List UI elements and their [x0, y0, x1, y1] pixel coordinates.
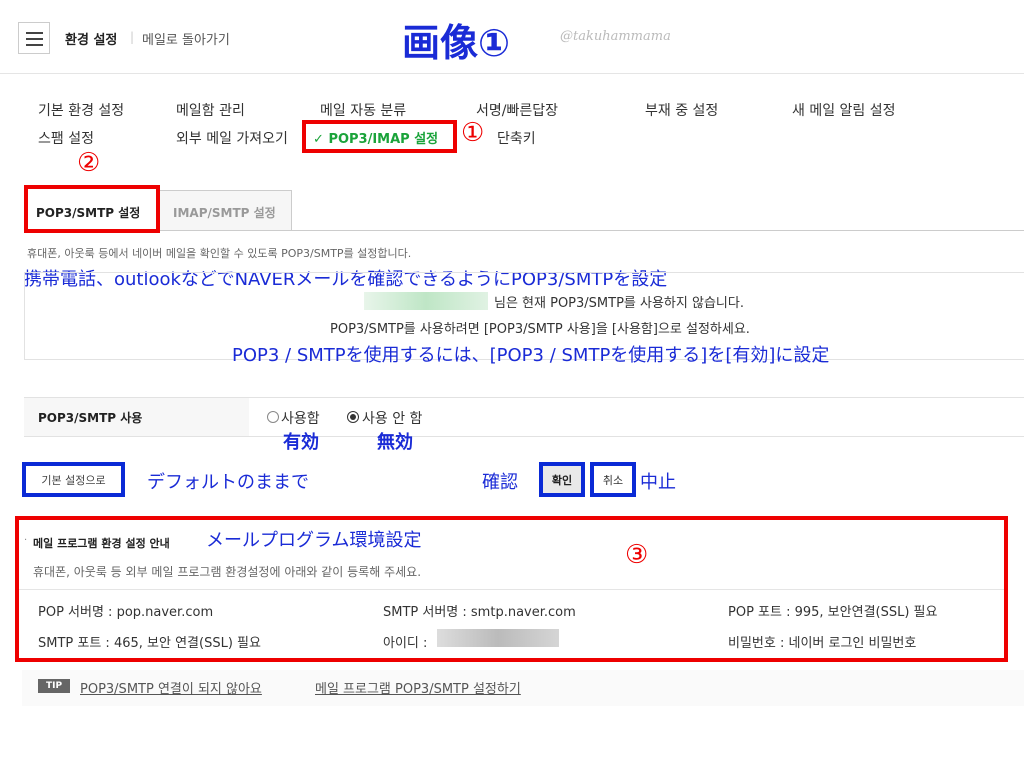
- header-divider: [0, 73, 1024, 74]
- watermark: @takuhammama: [560, 29, 671, 44]
- bullet-icon: ·: [24, 535, 28, 546]
- tip-link-connection[interactable]: POP3/SMTP 연결이 되지 않아요: [80, 678, 262, 697]
- confirm-button[interactable]: 확인: [539, 462, 585, 497]
- header-separator: |: [130, 30, 135, 44]
- guide-divider: [19, 589, 1004, 590]
- tab-divider: [160, 230, 1024, 231]
- nav-item-pop3-imap[interactable]: ✓ POP3/IMAP 설정: [313, 128, 438, 147]
- page-title: 환경 설정: [65, 33, 118, 48]
- annotation-on: 有効: [283, 432, 319, 453]
- nav-item-basic[interactable]: 기본 환경 설정: [38, 100, 124, 120]
- annotation-default: デフォルトのままで: [147, 472, 309, 493]
- nav-item-spam[interactable]: 스팸 설정: [38, 128, 94, 148]
- annotation-instruction: POP3 / SMTPを使用するには、[POP3 / SMTPを使用する]を[有…: [232, 345, 830, 366]
- radio-use-off-label[interactable]: 사용 안 함: [362, 408, 422, 428]
- annotation-marker-3: ③: [625, 540, 649, 570]
- radio-use-on[interactable]: [267, 411, 279, 423]
- annotation-marker-2: ②: [77, 148, 101, 178]
- tab-pop3-smtp-label[interactable]: POP3/SMTP 설정: [36, 204, 140, 221]
- settings-description: 휴대폰, 아웃룩 등에서 네이버 메일을 확인할 수 있도록 POP3/SMTP…: [27, 247, 412, 260]
- status-text: 님은 현재 POP3/SMTP를 사용하지 않습니다.: [494, 296, 744, 311]
- id-label: 아이디 :: [383, 636, 428, 651]
- nav-item-auto-sort[interactable]: 메일 자동 분류: [320, 100, 406, 120]
- instruction-text: POP3/SMTP를 사용하려면 [POP3/SMTP 사용]을 [사용함]으로…: [330, 322, 750, 337]
- guide-title: 메일 프로그램 환경 설정 안내: [33, 537, 170, 550]
- nav-item-shortcut[interactable]: 단축키: [497, 128, 536, 148]
- check-icon: ✓: [313, 132, 324, 147]
- blurred-id: [437, 629, 559, 647]
- annotation-marker-1: ①: [461, 118, 485, 148]
- smtp-server: SMTP 서버명 : smtp.naver.com: [383, 605, 576, 620]
- guide-description: 휴대폰, 아웃룩 등 외부 메일 프로그램 환경설정에 아래와 같이 등록해 주…: [33, 565, 422, 579]
- tip-badge: TIP: [38, 679, 70, 693]
- nav-item-signature[interactable]: 서명/빠른답장: [476, 100, 558, 120]
- annotation-ok: 確認: [482, 472, 518, 493]
- annotation-image-title: 画像①: [402, 21, 511, 65]
- password-info: 비밀번호 : 네이버 로그인 비밀번호: [728, 636, 917, 651]
- nav-item-new-mail-alert[interactable]: 새 메일 알림 설정: [792, 100, 896, 120]
- radio-use-on-label[interactable]: 사용함: [281, 408, 320, 428]
- pop-server: POP 서버명 : pop.naver.com: [38, 605, 214, 620]
- radio-selected-dot: [350, 414, 356, 420]
- tip-link-setup[interactable]: 메일 프로그램 POP3/SMTP 설정하기: [315, 678, 521, 697]
- annotation-cancel: 中止: [640, 472, 676, 493]
- annotation-guide-title: メールプログラム環境設定: [206, 530, 422, 551]
- annotation-off: 無効: [377, 432, 413, 453]
- blurred-username: [364, 292, 488, 310]
- tab-imap-smtp-label[interactable]: IMAP/SMTP 설정: [173, 204, 276, 221]
- reset-default-button[interactable]: 기본 설정으로: [22, 462, 125, 497]
- usage-label: POP3/SMTP 사용: [38, 411, 143, 425]
- pop-port: POP 포트 : 995, 보안연결(SSL) 필요: [728, 605, 938, 620]
- cancel-button[interactable]: 취소: [590, 462, 636, 497]
- back-to-mail-link[interactable]: 메일로 돌아가기: [142, 29, 230, 48]
- nav-item-external-mail[interactable]: 외부 메일 가져오기: [176, 128, 288, 148]
- nav-item-pop3-imap-label: POP3/IMAP 설정: [328, 132, 439, 147]
- nav-item-away[interactable]: 부재 중 설정: [645, 100, 718, 120]
- nav-item-mailbox[interactable]: 메일함 관리: [176, 100, 245, 120]
- smtp-port: SMTP 포트 : 465, 보안 연결(SSL) 필요: [38, 636, 261, 651]
- menu-icon[interactable]: [18, 22, 50, 54]
